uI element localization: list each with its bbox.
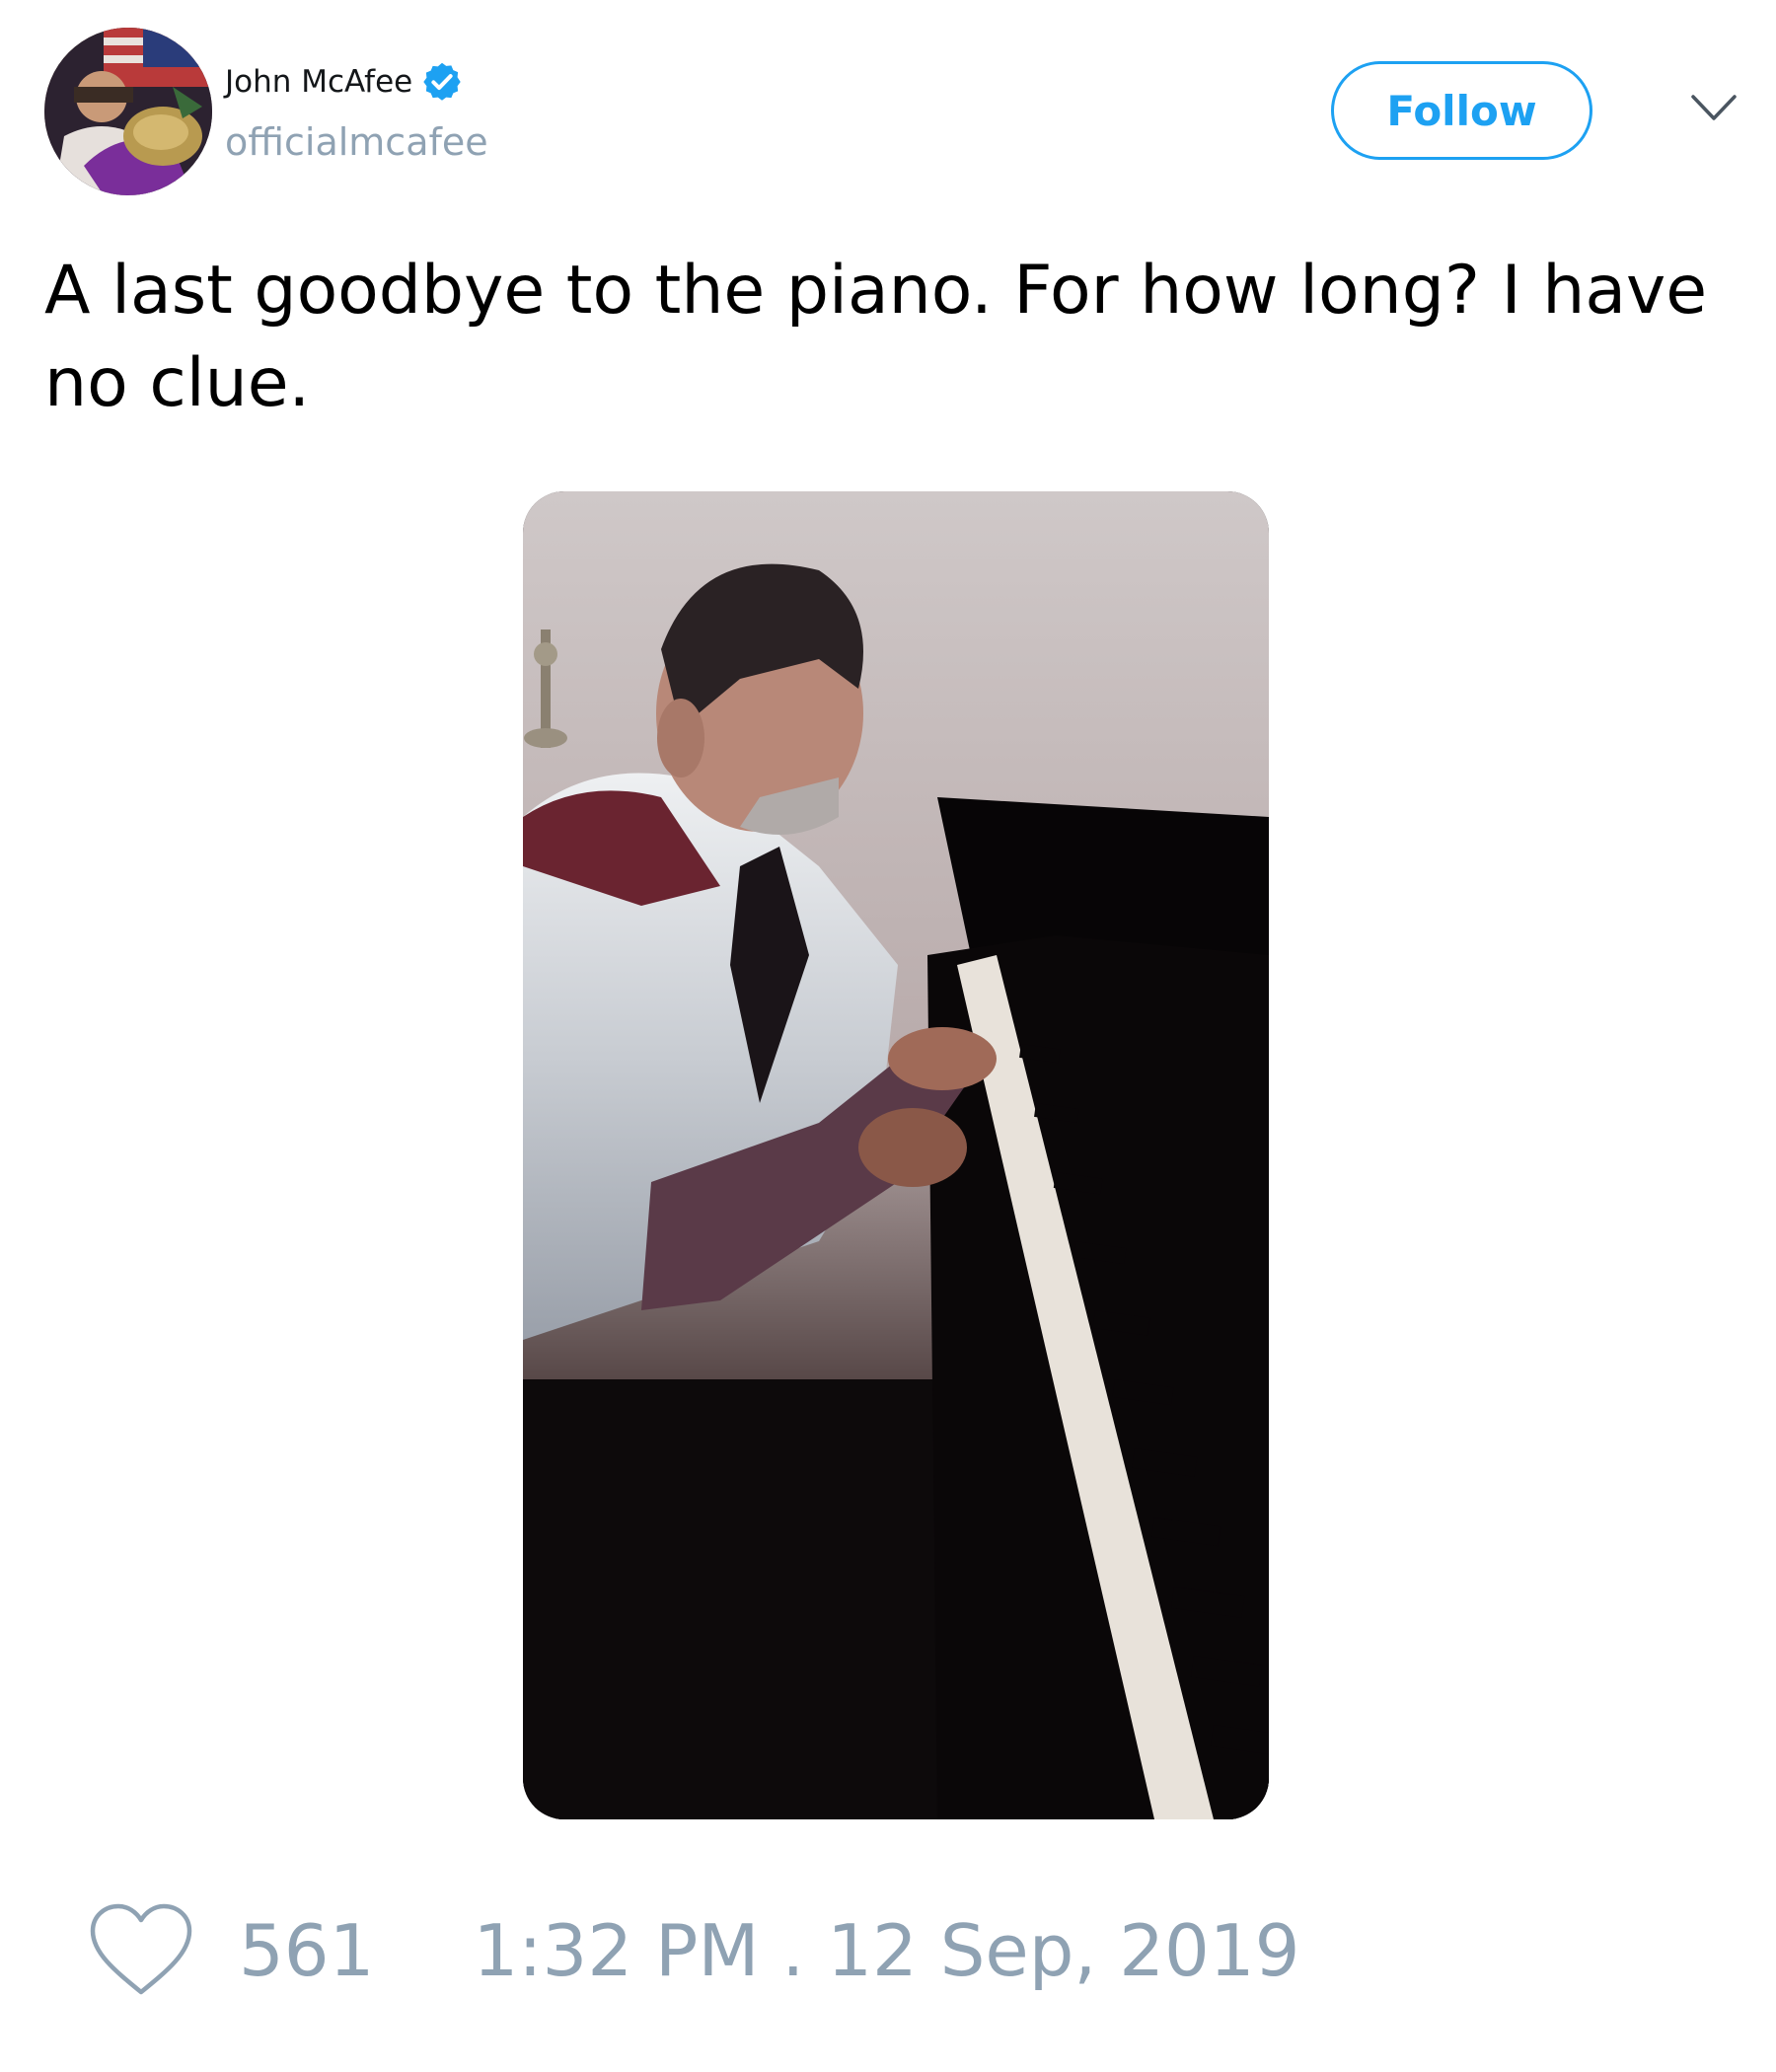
display-name[interactable]: John McAfee	[225, 64, 412, 100]
tweet-timestamp[interactable]: 1:32 PM . 12 Sep, 2019	[473, 1909, 1299, 1992]
tweet-text: A last goodbye to the piano. For how lon…	[44, 252, 1708, 422]
tweet-media-video[interactable]	[523, 491, 1269, 1819]
display-name-row: John McAfee	[225, 57, 488, 107]
verified-badge-icon	[423, 62, 461, 101]
tweet-card: John McAfee officialmcafee Follow A last…	[0, 0, 1776, 2072]
tweet-footer: 561 1:32 PM . 12 Sep, 2019	[87, 1896, 1299, 2005]
follow-button[interactable]: Follow	[1331, 61, 1592, 160]
user-handle[interactable]: officialmcafee	[225, 120, 488, 164]
heart-icon[interactable]	[87, 1901, 195, 2000]
like-count: 561	[239, 1909, 375, 1992]
user-avatar[interactable]	[44, 28, 212, 195]
avatar-image	[44, 28, 212, 195]
chevron-down-icon[interactable]	[1689, 91, 1739, 124]
user-info: John McAfee officialmcafee	[225, 57, 488, 164]
video-thumbnail	[523, 491, 1269, 1819]
